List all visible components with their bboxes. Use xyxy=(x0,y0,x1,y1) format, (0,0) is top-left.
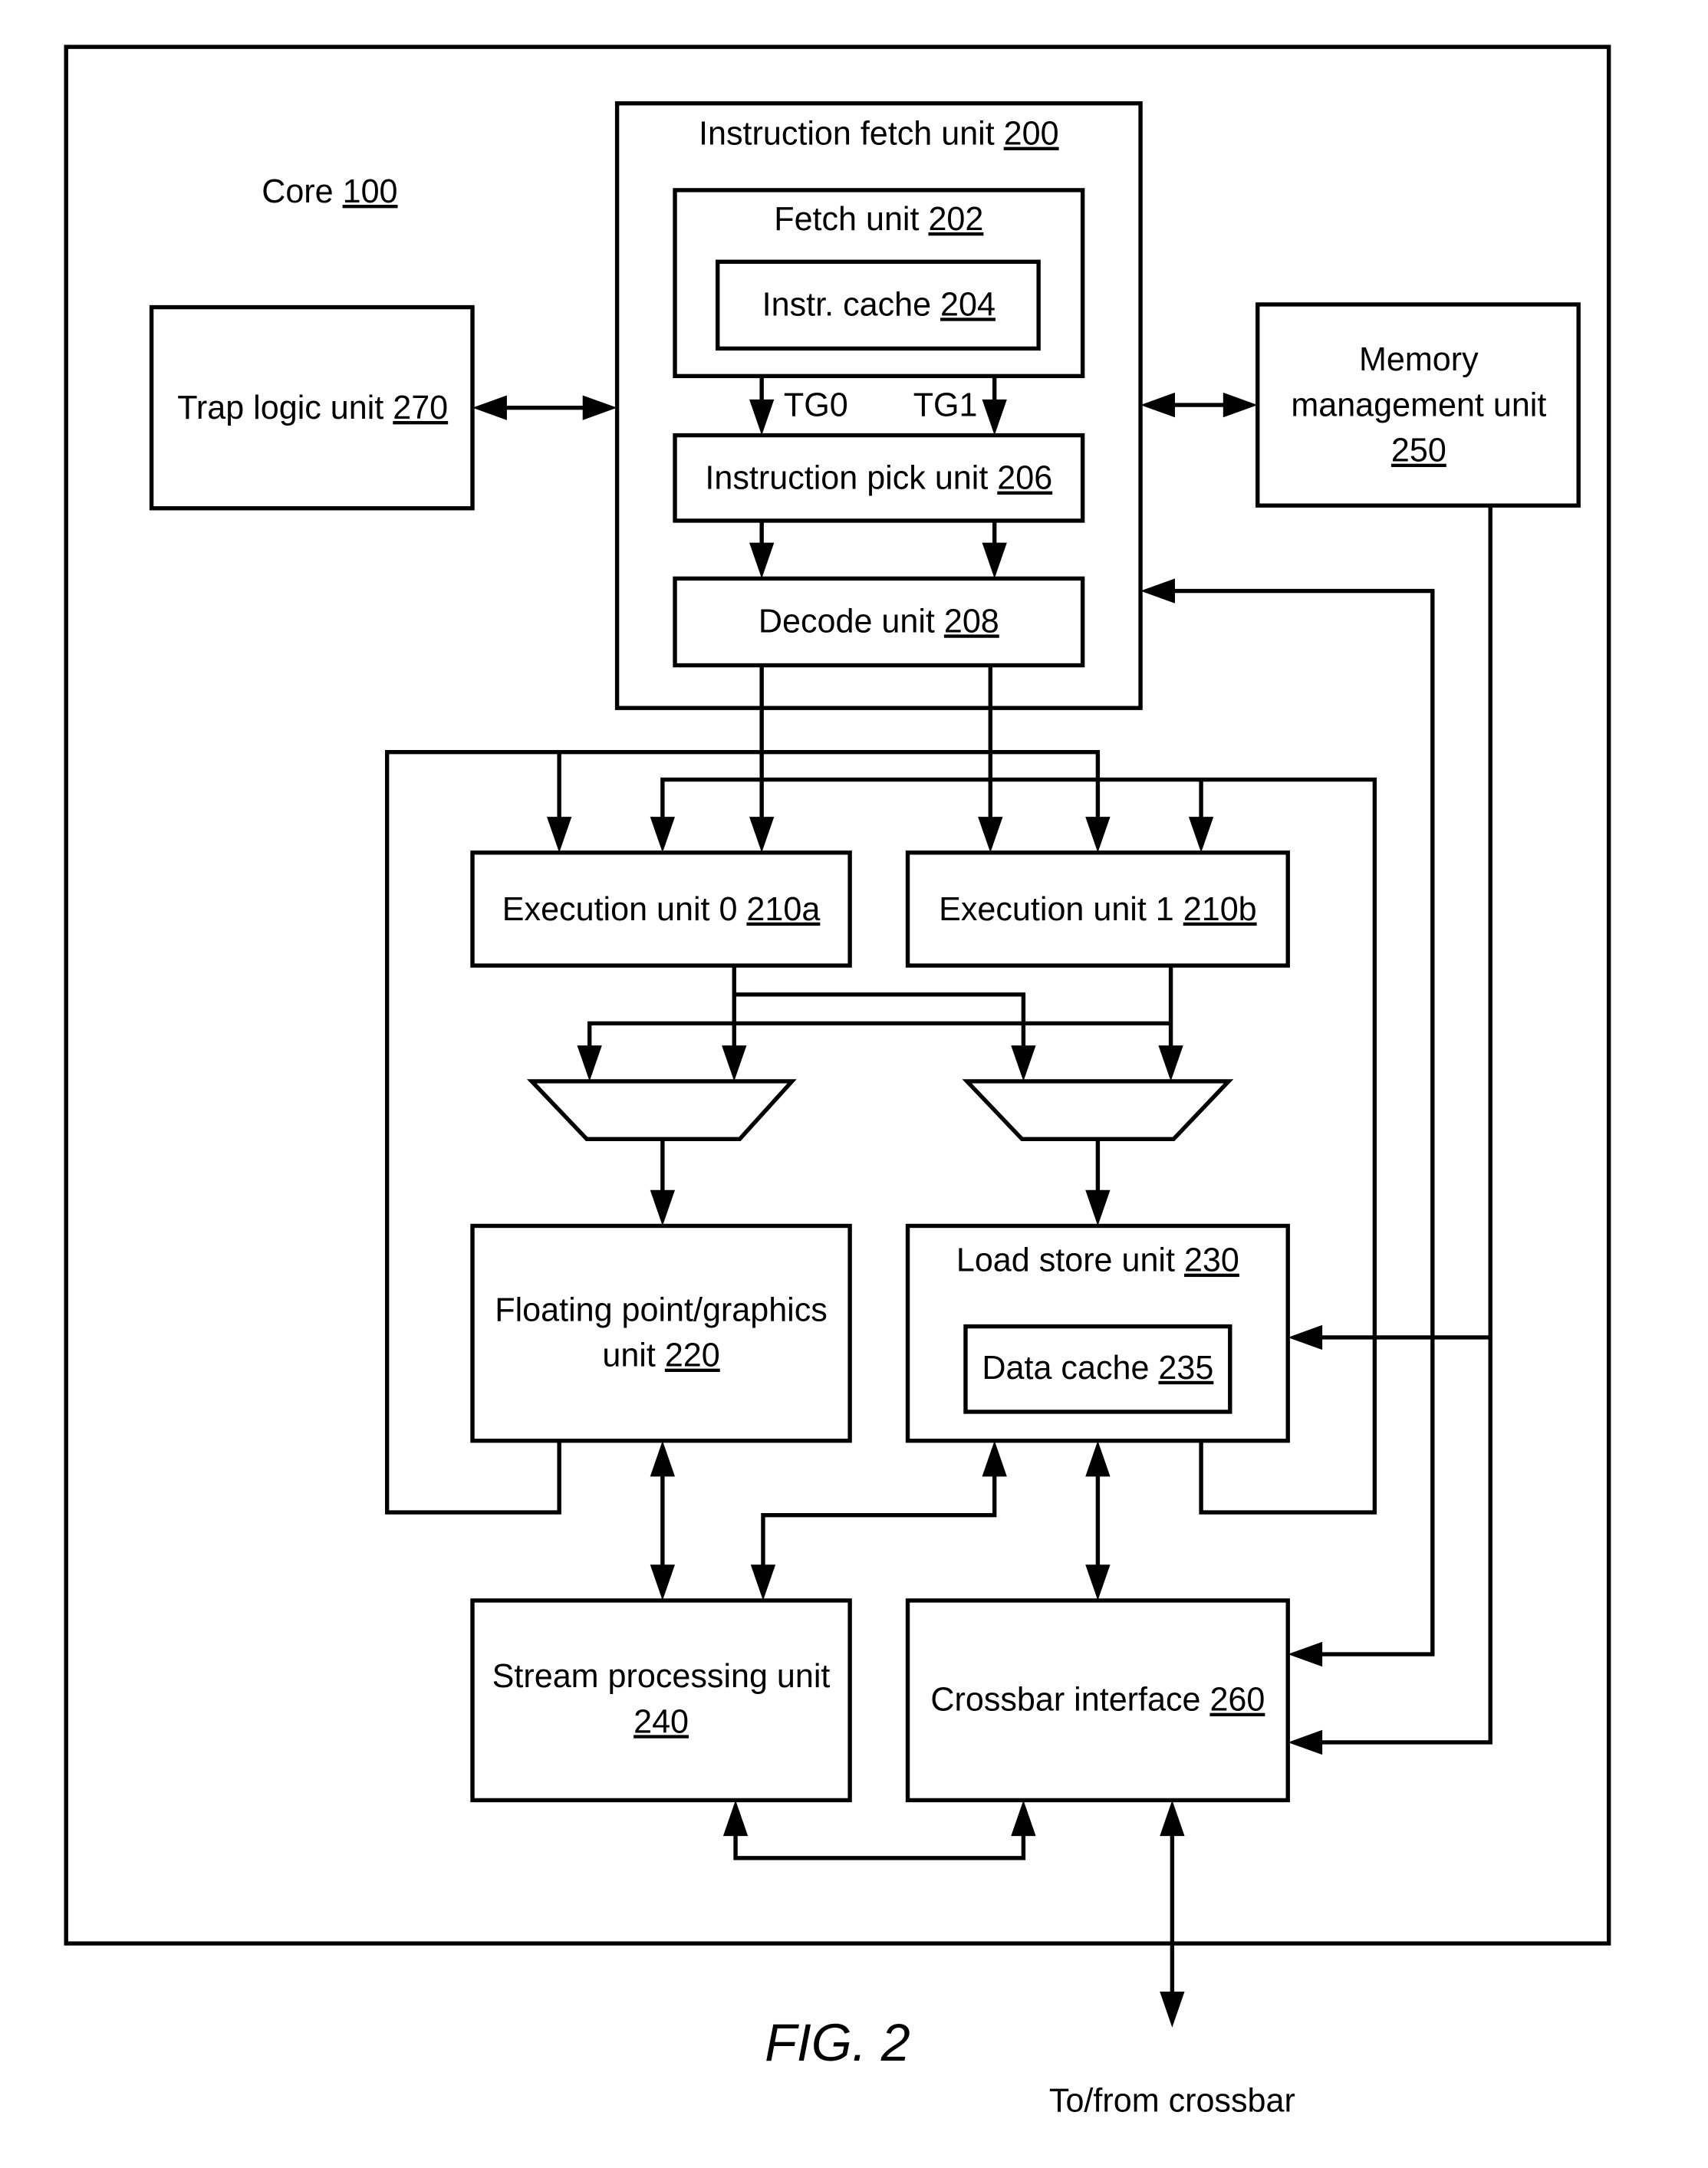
fetch-unit-label: Fetch unit 202 xyxy=(774,201,983,238)
execution-unit-1-label: Execution unit 1 210b xyxy=(939,891,1257,928)
to-from-crossbar-label: To/from crossbar xyxy=(1049,2082,1295,2119)
fgu-label-line1: Floating point/graphics xyxy=(495,1291,828,1328)
core-label: Core 100 xyxy=(262,173,397,210)
load-store-unit-label: Load store unit 230 xyxy=(956,1242,1239,1279)
spu-ref: 240 xyxy=(634,1703,689,1740)
mmu-ref: 250 xyxy=(1391,433,1446,469)
instruction-fetch-unit-label: Instruction fetch unit 200 xyxy=(699,116,1059,153)
floating-point-graphics-unit-block xyxy=(470,1223,852,1443)
instruction-pick-unit-label: Instruction pick unit 206 xyxy=(705,460,1052,497)
execution-unit-0-label: Execution unit 0 210a xyxy=(502,891,821,928)
tg1-label: TG1 xyxy=(913,387,978,423)
decode-unit-label: Decode unit 208 xyxy=(759,603,999,640)
spu-label-line1: Stream processing unit xyxy=(492,1658,831,1695)
fgu-label-line2: unit 220 xyxy=(602,1337,719,1374)
tg0-label: TG0 xyxy=(784,387,848,423)
stream-processing-unit-block xyxy=(470,1598,852,1803)
core-block-diagram: Core 100 Instruction fetch unit 200 Fetc… xyxy=(64,44,1611,2119)
mmu-label-line2: management unit xyxy=(1291,387,1546,423)
trap-logic-unit-label: Trap logic unit 270 xyxy=(177,390,448,426)
instr-cache-label: Instr. cache 204 xyxy=(762,286,996,323)
data-cache-label: Data cache 235 xyxy=(982,1350,1213,1387)
figure-label: FIG. 2 xyxy=(765,2014,910,2072)
mmu-label-line1: Memory xyxy=(1359,341,1479,378)
crossbar-interface-label: Crossbar interface 260 xyxy=(930,1682,1265,1719)
